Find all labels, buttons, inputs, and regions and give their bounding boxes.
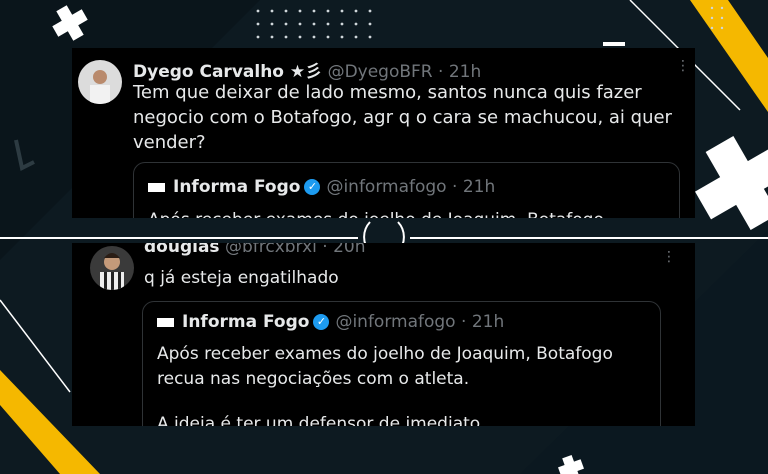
tweet-card-1[interactable]: Dyego Carvalho ★彡 @DyegoBFR · 21h ⋮ Tem … <box>72 48 695 218</box>
author-name[interactable]: Dyego Carvalho ★彡 <box>133 62 322 82</box>
quoted-author-handle[interactable]: @informafogo <box>326 177 446 197</box>
verified-badge-icon: ✓ <box>304 179 321 195</box>
author-handle[interactable]: @bfrcxbrxl <box>225 243 317 257</box>
author-name[interactable]: douglas <box>144 243 220 257</box>
quoted-tweet[interactable]: Informa Fogo✓ @informafogo · 21h Após rec… <box>133 162 680 218</box>
informafogo-logo-icon <box>148 179 165 195</box>
verified-badge-icon: ✓ <box>313 314 330 330</box>
quoted-text-line-2: recua nas negociações com o atleta. <box>157 369 470 389</box>
separator: · <box>461 312 467 332</box>
tweet-text: Tem que deixar de lado mesmo, santos nun… <box>133 82 672 153</box>
informafogo-logo-icon <box>157 314 174 330</box>
tweet-text: q já esteja engatilhado <box>144 268 339 288</box>
quoted-author-handle[interactable]: @informafogo <box>335 312 455 332</box>
more-icon[interactable]: ⋮ <box>662 249 677 265</box>
tweet-card-2[interactable]: douglas @bfrcxbrxl · 20h ⋮ q já esteja e… <box>72 243 695 426</box>
more-icon[interactable]: ⋮ <box>676 58 691 74</box>
quoted-author-name[interactable]: Informa Fogo <box>173 177 300 197</box>
quoted-text: Após receber exames do joelho de Joaquim… <box>148 208 604 218</box>
quoted-text-line-1: Após receber exames do joelho de Joaquim… <box>157 344 613 364</box>
quoted-text-line-3: A ideia é ter um defensor de imediato <box>157 414 481 426</box>
quoted-timestamp[interactable]: 21h <box>463 177 495 197</box>
quoted-author-name[interactable]: Informa Fogo <box>182 312 309 332</box>
avatar[interactable] <box>90 246 134 290</box>
author-handle[interactable]: @DyegoBFR <box>328 62 433 82</box>
separator: · <box>452 177 458 197</box>
quoted-timestamp[interactable]: 21h <box>472 312 504 332</box>
separator: · <box>322 243 328 257</box>
avatar[interactable] <box>78 60 122 104</box>
separator: · <box>438 62 444 82</box>
timestamp[interactable]: 20h <box>333 243 365 257</box>
quoted-tweet[interactable]: Informa Fogo✓ @informafogo · 21h Após rec… <box>142 301 661 426</box>
timestamp[interactable]: 21h <box>449 62 481 82</box>
